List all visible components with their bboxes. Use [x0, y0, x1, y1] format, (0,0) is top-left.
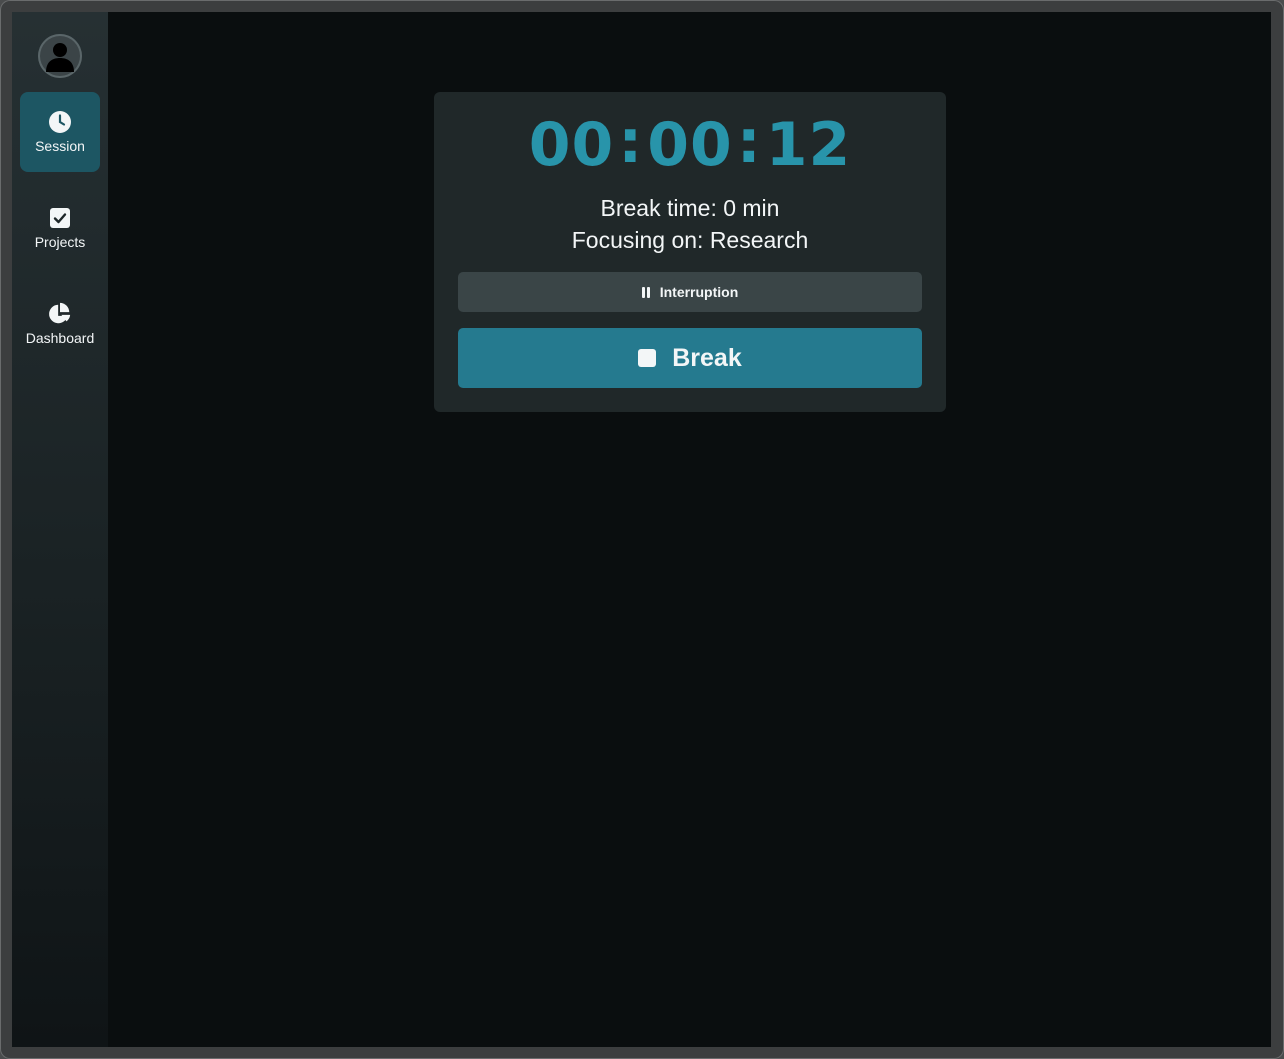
interruption-label: Interruption: [659, 284, 739, 300]
timer-separator: :: [618, 107, 644, 177]
checkbox-icon: [48, 206, 72, 230]
break-button[interactable]: Break: [458, 328, 922, 388]
sidebar: Session Projects Dashboard: [12, 12, 108, 1047]
pie-chart-icon: [48, 302, 72, 326]
interruption-button[interactable]: Interruption: [458, 272, 922, 312]
app-window: Session Projects Dashboard 00:00:12 Brea…: [12, 12, 1271, 1047]
timer-minutes: 00: [647, 110, 733, 180]
sidebar-item-label: Projects: [34, 234, 86, 250]
sidebar-item-projects[interactable]: Projects: [20, 188, 100, 268]
break-time-text: Break time: 0 min: [600, 195, 780, 221]
session-timer: 00:00:12: [434, 107, 946, 180]
sidebar-item-session[interactable]: Session: [20, 92, 100, 172]
break-label: Break: [672, 343, 742, 372]
main-content: 00:00:12 Break time: 0 min Focusing on: …: [108, 12, 1271, 1047]
user-silhouette-icon: [46, 43, 74, 72]
sidebar-item-label: Dashboard: [25, 330, 95, 346]
session-card: 00:00:12 Break time: 0 min Focusing on: …: [434, 92, 946, 412]
timer-seconds: 12: [765, 110, 852, 180]
sidebar-item-dashboard[interactable]: Dashboard: [20, 284, 100, 364]
pause-icon: [641, 286, 650, 298]
sidebar-item-label: Session: [35, 138, 85, 154]
user-avatar-icon[interactable]: [38, 34, 82, 78]
timer-hours: 00: [528, 110, 615, 180]
stop-icon: [638, 349, 657, 367]
clock-icon: [48, 110, 72, 134]
focusing-on-text: Focusing on: Research: [571, 227, 809, 253]
timer-separator: :: [736, 107, 762, 177]
window-frame: Session Projects Dashboard 00:00:12 Brea…: [0, 0, 1284, 1059]
